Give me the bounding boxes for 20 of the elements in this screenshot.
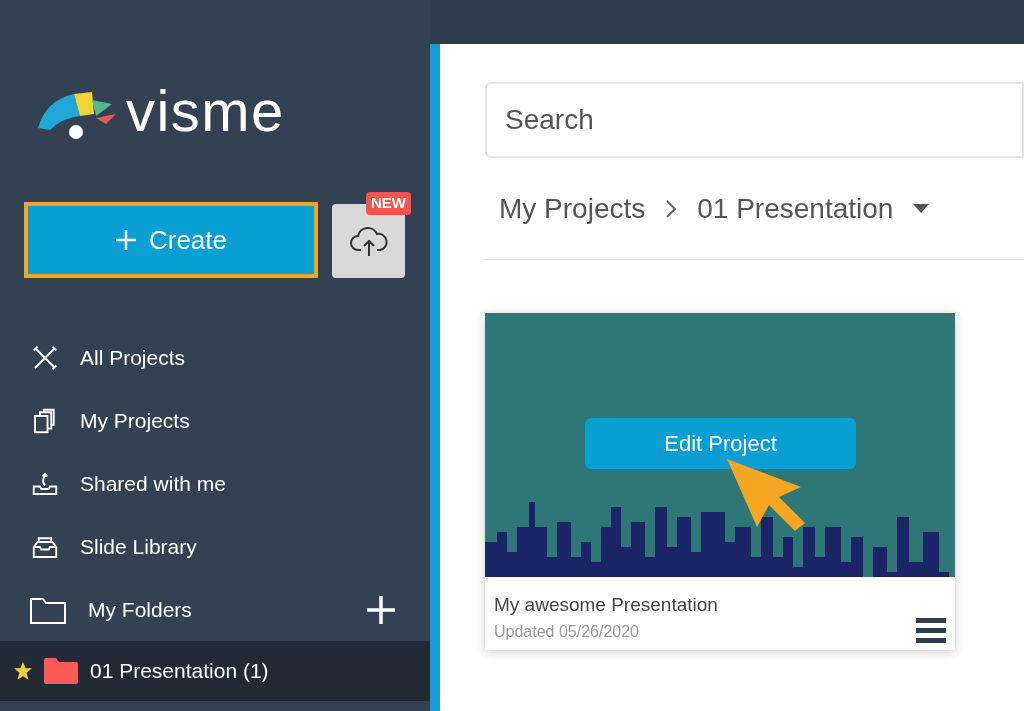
folder-icon (30, 595, 66, 624)
updated-date: Updated 05/26/2020 (494, 621, 640, 642)
nav-item[interactable]: My Projects (0, 389, 430, 452)
folder-item[interactable]: 01 Presentation (1) (0, 641, 430, 701)
chevron-right-icon (665, 198, 678, 219)
new-badge: NEW (366, 192, 411, 215)
add-folder-icon[interactable] (366, 594, 396, 625)
logo-wordmark: visme (126, 82, 285, 140)
breadcrumb-link[interactable]: My Projects (499, 187, 646, 230)
menu-icon[interactable] (916, 617, 946, 644)
nav-item[interactable]: Slide Library (0, 515, 430, 578)
search-field[interactable]: Search (485, 82, 1024, 158)
nav-item[interactable]: All Projects (0, 326, 430, 389)
project-name[interactable]: My awesome Presentation (494, 591, 718, 620)
caret-down-icon[interactable] (913, 203, 930, 214)
cloud-upload-icon (348, 224, 389, 258)
breadcrumb-current[interactable]: 01 Presentation (697, 187, 894, 230)
my-folders-label: My Folders (88, 596, 193, 623)
nav-item[interactable]: Shared with me (0, 452, 430, 515)
plus-icon (114, 229, 137, 251)
